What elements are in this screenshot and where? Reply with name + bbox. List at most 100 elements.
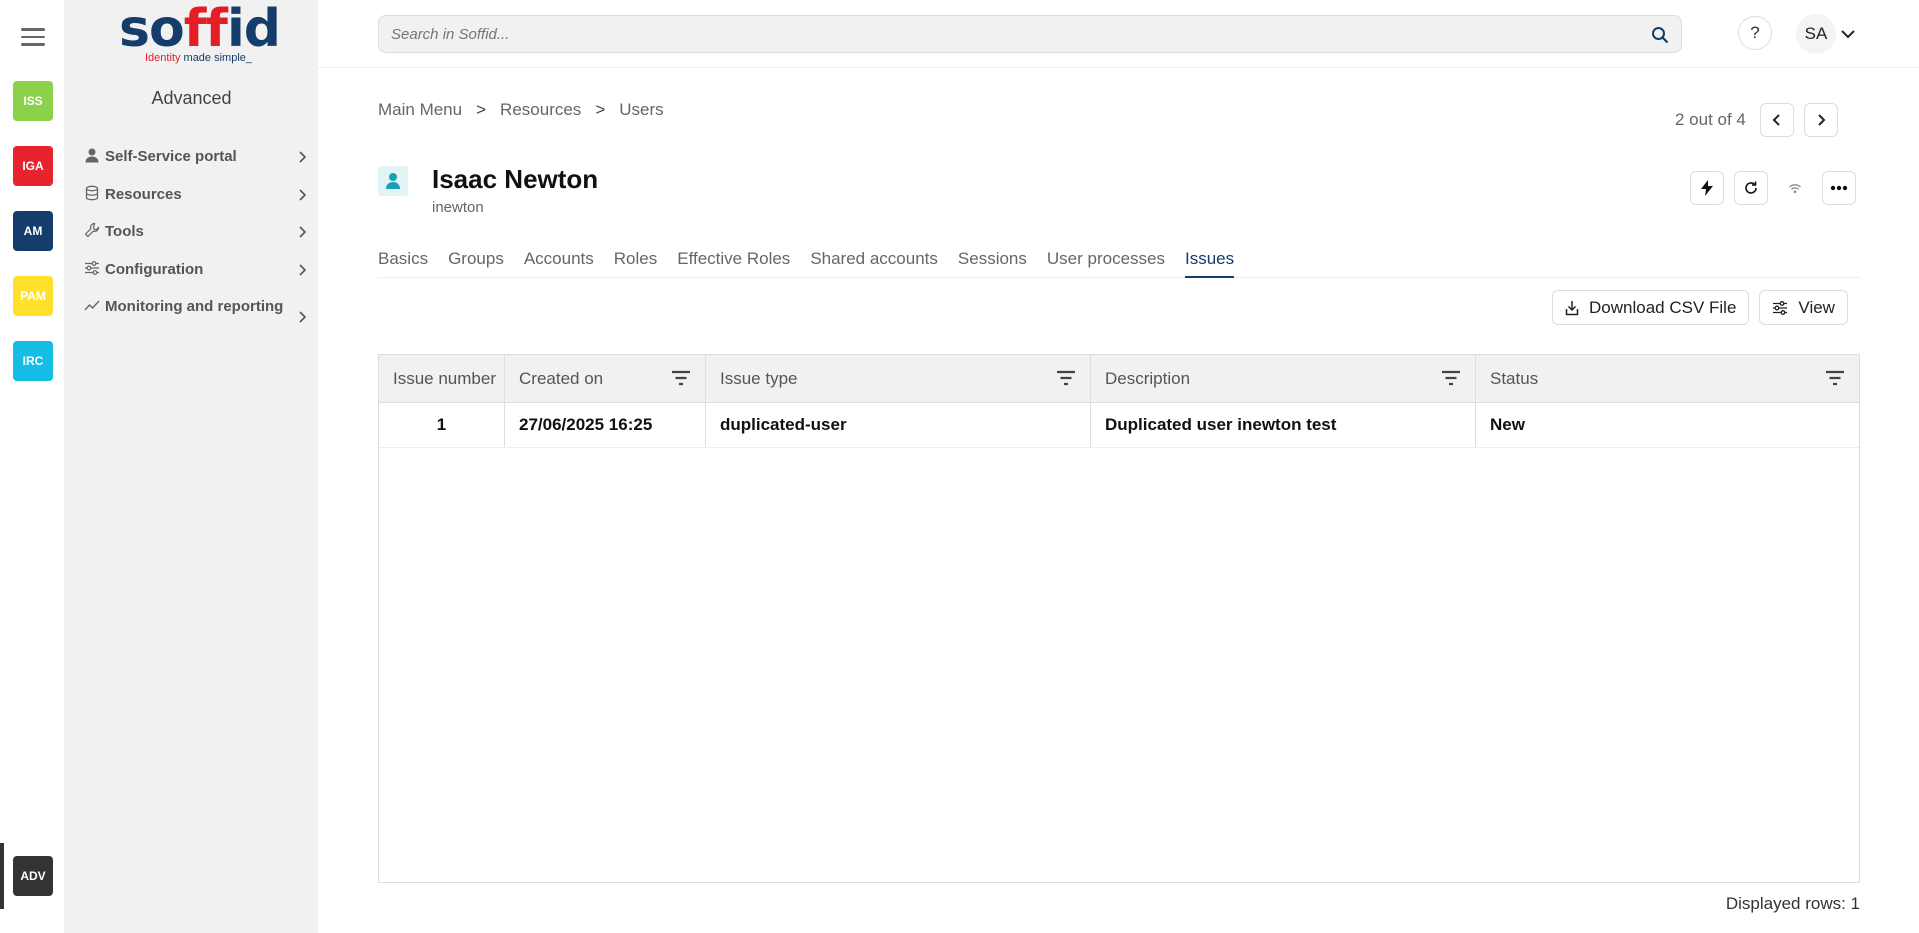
view-label: View [1798, 297, 1835, 317]
breadcrumb-separator: > [595, 100, 606, 119]
sliders-icon [1773, 300, 1788, 315]
sidebar: soffid Identity made simple_ Advanced Se… [65, 0, 318, 933]
help-button[interactable]: ? [1738, 16, 1772, 50]
previous-record-button[interactable] [1759, 103, 1794, 137]
chevron-right-icon [1818, 114, 1826, 126]
user-menu[interactable]: SA [1796, 14, 1856, 54]
sidebar-item-label: Resources [105, 186, 182, 203]
breadcrumb-main-menu[interactable]: Main Menu [378, 100, 462, 120]
page-title: Isaac Newton [432, 164, 599, 194]
tab-shared-accounts[interactable]: Shared accounts [810, 248, 938, 278]
search-bar [378, 15, 1682, 53]
column-label: Description [1105, 368, 1191, 388]
sidebar-item-label: Monitoring and reporting [105, 298, 284, 315]
logo-tagline: Identity made simple_ [145, 52, 253, 64]
user-type-badge [378, 166, 408, 196]
tab-user-processes[interactable]: User processes [1047, 248, 1165, 278]
app-button-pam[interactable]: PAM [13, 276, 53, 316]
table-row[interactable]: 1 27/06/2025 16:25 duplicated-user Dupli… [379, 403, 1859, 448]
sidebar-item-label: Tools [105, 223, 144, 240]
column-label: Created on [519, 368, 604, 388]
topbar: ? SA [318, 0, 1919, 68]
cell-created-on: 27/06/2025 16:25 [505, 403, 706, 447]
sidebar-item-label: Self-Service portal [105, 148, 237, 165]
download-csv-button[interactable]: Download CSV File [1552, 290, 1750, 325]
record-pager: 2 out of 4 [1675, 103, 1838, 137]
sidebar-section-title: Advanced [151, 88, 232, 108]
tab-groups[interactable]: Groups [448, 248, 504, 278]
search-icon[interactable] [1651, 26, 1669, 44]
tab-bar: Basics Groups Accounts Roles Effective R… [378, 248, 1860, 278]
column-header-description[interactable]: Description [1091, 355, 1476, 402]
breadcrumb-users[interactable]: Users [619, 100, 663, 120]
download-csv-label: Download CSV File [1589, 297, 1737, 317]
hamburger-menu-icon[interactable] [21, 28, 45, 48]
cell-status: New [1490, 415, 1525, 434]
app-button-iga[interactable]: IGA [13, 146, 53, 186]
column-header-issue-number[interactable]: Issue number [379, 355, 505, 402]
app-button-iss[interactable]: ISS [13, 81, 53, 121]
sidebar-item-resources[interactable]: Resources [83, 184, 308, 206]
wifi-icon [1789, 184, 1801, 194]
breadcrumb-resources[interactable]: Resources [500, 100, 581, 120]
avatar: SA [1796, 14, 1836, 54]
filter-icon[interactable] [1056, 370, 1076, 386]
column-header-issue-type[interactable]: Issue type [706, 355, 1091, 402]
chevron-right-icon [299, 189, 307, 201]
tab-effective-roles[interactable]: Effective Roles [677, 248, 790, 278]
soffid-logo[interactable]: soffid Identity made simple_ [119, 0, 281, 68]
trend-icon [84, 300, 100, 311]
tab-issues[interactable]: Issues [1185, 248, 1235, 278]
lightning-icon [1701, 180, 1713, 196]
tab-accounts[interactable]: Accounts [524, 248, 594, 278]
chevron-right-icon [299, 226, 307, 238]
chevron-right-icon [299, 264, 307, 276]
filter-icon[interactable] [671, 370, 691, 386]
filter-icon[interactable] [1441, 370, 1461, 386]
wrench-icon [84, 222, 100, 238]
next-record-button[interactable] [1803, 103, 1838, 137]
refresh-button[interactable] [1734, 171, 1768, 205]
cell-issue-number: 1 [379, 403, 505, 447]
tab-basics[interactable]: Basics [378, 248, 428, 278]
column-label: Issue number [393, 368, 496, 388]
more-icon [1830, 185, 1848, 191]
filter-icon[interactable] [1825, 370, 1845, 386]
grid-toolbar: Download CSV File View [1552, 290, 1848, 325]
person-icon [85, 148, 99, 163]
user-login: inewton [432, 199, 484, 216]
sidebar-item-configuration[interactable]: Configuration [83, 259, 308, 281]
column-header-status[interactable]: Status [1476, 355, 1859, 402]
active-app-indicator [0, 843, 4, 909]
logo-wordmark: soffid [119, 0, 281, 59]
tab-sessions[interactable]: Sessions [958, 248, 1027, 278]
app-button-adv[interactable]: ADV [13, 856, 53, 896]
chevron-left-icon [1772, 114, 1780, 126]
sidebar-item-monitoring[interactable]: Monitoring and reporting [83, 296, 308, 323]
chevron-right-icon [299, 311, 307, 323]
breadcrumb-separator: > [476, 100, 487, 119]
sidebar-item-self-service[interactable]: Self-Service portal [83, 146, 308, 168]
breadcrumb: Main Menu > Resources > Users [378, 100, 664, 120]
search-input[interactable] [379, 16, 1619, 52]
sidebar-item-label: Configuration [105, 261, 204, 278]
quick-action-button[interactable] [1690, 171, 1724, 205]
table-header: Issue number Created on Issue type Descr… [379, 355, 1859, 403]
column-header-created-on[interactable]: Created on [505, 355, 706, 402]
cell-description: Duplicated user inewton test [1091, 403, 1476, 447]
chevron-right-icon [299, 151, 307, 163]
app-button-irc[interactable]: IRC [13, 341, 53, 381]
sync-status-button[interactable] [1778, 171, 1812, 205]
user-actions [1690, 171, 1856, 205]
database-icon [85, 185, 99, 201]
column-label: Status [1490, 368, 1539, 388]
refresh-icon [1745, 181, 1757, 194]
sidebar-item-tools[interactable]: Tools [83, 221, 308, 243]
tab-roles[interactable]: Roles [614, 248, 657, 278]
cell-issue-type: duplicated-user [706, 403, 1091, 447]
more-options-button[interactable] [1822, 171, 1856, 205]
sliders-icon [85, 261, 99, 275]
view-options-button[interactable]: View [1759, 290, 1848, 325]
app-button-am[interactable]: AM [13, 211, 53, 251]
download-icon [1565, 300, 1579, 315]
